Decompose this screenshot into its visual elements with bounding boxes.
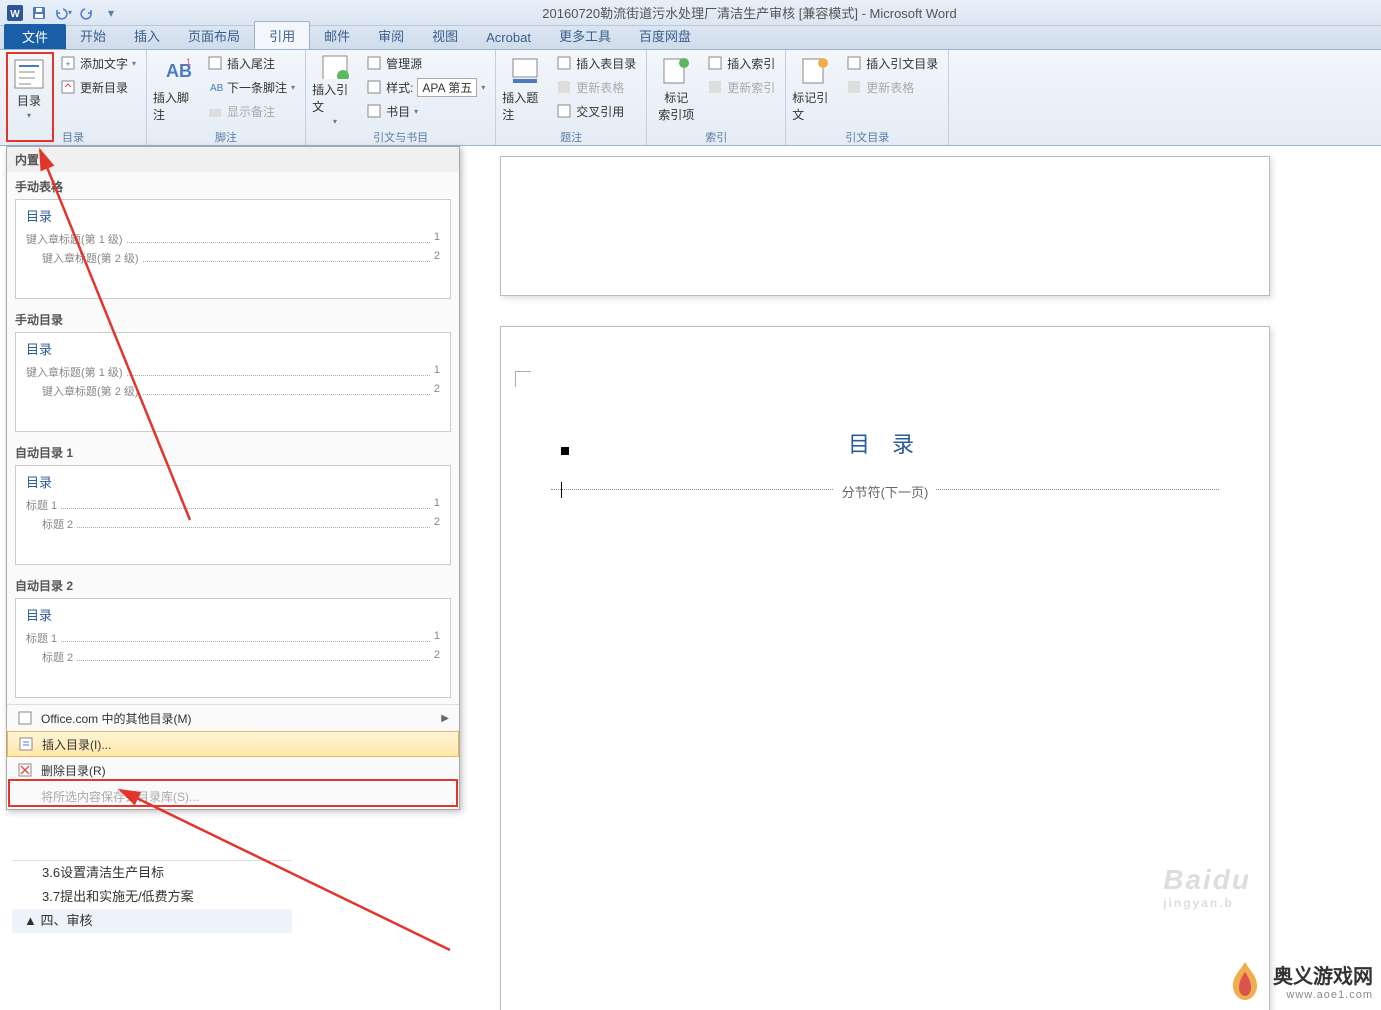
nav-below-items: 3.6设置清洁生产目标 3.7提出和实施无/低费方案 ▲ 四、审核 [12, 860, 292, 1010]
doc-toc-title: 目 录 [551, 427, 1219, 459]
tab-mail[interactable]: 邮件 [310, 22, 364, 49]
insert-caption-button[interactable]: 插入题注 [502, 52, 548, 126]
tab-layout[interactable]: 页面布局 [174, 22, 254, 49]
ribbon-tabs: 文件 开始 插入 页面布局 引用 邮件 审阅 视图 Acrobat 更多工具 百… [0, 26, 1381, 50]
toc-panel-header: 内置 [7, 147, 459, 172]
bibliography-button[interactable]: 书目▾ [362, 100, 489, 122]
update-table-button[interactable]: 更新表格 [552, 76, 640, 98]
toc-preview-manual-table[interactable]: 目录 键入章标题(第 1 级)1 键入章标题(第 2 级)2 [15, 199, 451, 299]
flame-icon [1223, 958, 1267, 1002]
insert-index-button[interactable]: 插入索引 [703, 52, 779, 74]
group-toc: 目录 ▾ +添加文字▾ 更新目录 目录 [0, 50, 147, 145]
group-caption: 插入题注 插入表目录 更新表格 交叉引用 题注 [496, 50, 647, 145]
toc-auto1-label: 自动目录 1 [7, 438, 459, 463]
page-2[interactable]: 目 录 分节符(下一页) [500, 326, 1270, 1010]
group-footnote: AB1 插入脚注 插入尾注 AB下一条脚注▾ 显示备注 脚注 [147, 50, 306, 145]
site-watermark: 奥义游戏网 www.aoe1.com [1223, 958, 1373, 1002]
manage-sources-button[interactable]: 管理源 [362, 52, 489, 74]
toc-remove[interactable]: 删除目录(R) [7, 757, 459, 783]
group-index: 标记 索引项 插入索引 更新索引 索引 [647, 50, 786, 145]
tab-insert[interactable]: 插入 [120, 22, 174, 49]
tab-baidu[interactable]: 百度网盘 [625, 22, 705, 49]
cross-reference-button[interactable]: 交叉引用 [552, 100, 640, 122]
toc-manual-toc-label: 手动目录 [7, 305, 459, 330]
tab-review[interactable]: 审阅 [364, 22, 418, 49]
citation-style[interactable]: 样式: APA 第五▾ [362, 76, 489, 98]
toc-auto2-label: 自动目录 2 [7, 571, 459, 596]
add-text-button[interactable]: +添加文字▾ [56, 52, 140, 74]
word-icon[interactable]: W [4, 2, 26, 24]
svg-text:AB: AB [210, 83, 223, 94]
page-1-bottom [500, 156, 1270, 296]
toc-save-gallery[interactable]: 将所选内容保存到目录库(S)... [7, 783, 459, 809]
tab-view[interactable]: 视图 [418, 22, 472, 49]
toc-insert-custom[interactable]: 插入目录(I)... [7, 731, 459, 757]
toc-office-more[interactable]: Office.com 中的其他目录(M) ▶ [7, 705, 459, 731]
toc-preview-auto2[interactable]: 目录 标题 11 标题 22 [15, 598, 451, 698]
group-toc-label: 目录 [6, 129, 140, 143]
toc-button[interactable]: 目录 ▾ [6, 52, 52, 126]
tab-home[interactable]: 开始 [66, 22, 120, 49]
quick-access-toolbar: W ▾ ▾ [4, 2, 122, 24]
toc-button-label: 目录 [17, 92, 41, 109]
redo-icon[interactable] [76, 2, 98, 24]
undo-icon[interactable]: ▾ [52, 2, 74, 24]
insert-footnote-button[interactable]: AB1 插入脚注 [153, 52, 199, 126]
show-notes-button[interactable]: 显示备注 [203, 100, 299, 122]
insert-citation-button[interactable]: 插入引文 ▾ [312, 52, 358, 126]
toc-manual-table-label: 手动表格 [7, 172, 459, 197]
mark-index-button[interactable]: 标记 索引项 [653, 52, 699, 126]
page-marker [561, 447, 569, 455]
toc-gallery-dropdown: 内置 手动表格 目录 键入章标题(第 1 级)1 键入章标题(第 2 级)2 手… [6, 146, 460, 810]
save-icon[interactable] [28, 2, 50, 24]
ribbon: 目录 ▾ +添加文字▾ 更新目录 目录 AB1 插入脚注 插入尾注 AB下一条脚… [0, 50, 1381, 146]
group-authorities: 标记引文 插入引文目录 更新表格 引文目录 [786, 50, 949, 145]
tab-acrobat[interactable]: Acrobat [472, 26, 545, 49]
toc-menu: Office.com 中的其他目录(M) ▶ 插入目录(I)... 删除目录(R… [7, 704, 459, 809]
baidu-watermark: Baidu jingyan.b [1163, 864, 1251, 910]
update-authorities-button[interactable]: 更新表格 [842, 76, 942, 98]
update-toc-button[interactable]: 更新目录 [56, 76, 140, 98]
tab-more[interactable]: 更多工具 [545, 22, 625, 49]
insert-table-figures-button[interactable]: 插入表目录 [552, 52, 640, 74]
tab-file[interactable]: 文件 [4, 24, 66, 49]
insert-authorities-button[interactable]: 插入引文目录 [842, 52, 942, 74]
toc-preview-auto1[interactable]: 目录 标题 11 标题 22 [15, 465, 451, 565]
svg-text:1: 1 [186, 57, 191, 67]
next-footnote-button[interactable]: AB下一条脚注▾ [203, 76, 299, 98]
toc-preview-manual-toc[interactable]: 目录 键入章标题(第 1 级)1 键入章标题(第 2 级)2 [15, 332, 451, 432]
mark-citation-button[interactable]: 标记引文 [792, 52, 838, 126]
update-index-button[interactable]: 更新索引 [703, 76, 779, 98]
insert-endnote-button[interactable]: 插入尾注 [203, 52, 299, 74]
svg-text:+: + [65, 59, 70, 69]
group-citation: 插入引文 ▾ 管理源 样式: APA 第五▾ 书目▾ 引文与书目 [306, 50, 496, 145]
qat-customize[interactable]: ▾ [100, 2, 122, 24]
section-break: 分节符(下一页) [551, 489, 1219, 511]
tab-references[interactable]: 引用 [254, 21, 310, 49]
svg-text:W: W [10, 9, 20, 20]
window-title: 20160720勒流街道污水处理厂清洁生产审核 [兼容模式] - Microso… [122, 3, 1377, 22]
